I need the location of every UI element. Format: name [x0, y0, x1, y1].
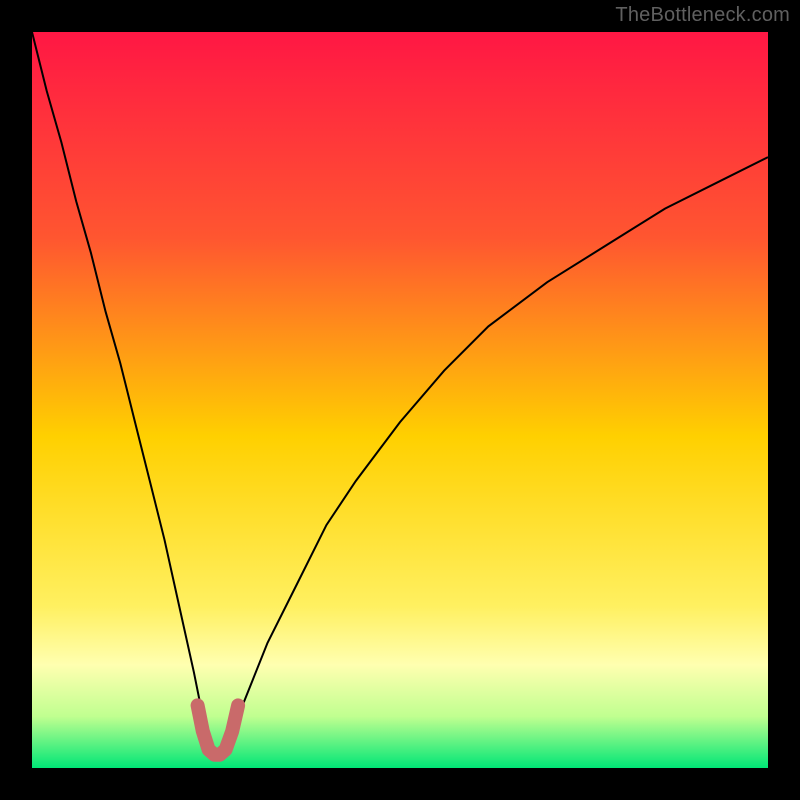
plot-svg: [32, 32, 768, 768]
chart-frame: TheBottleneck.com: [0, 0, 800, 800]
plot-area: [32, 32, 768, 768]
gradient-background: [32, 32, 768, 768]
watermark-text: TheBottleneck.com: [615, 4, 790, 27]
